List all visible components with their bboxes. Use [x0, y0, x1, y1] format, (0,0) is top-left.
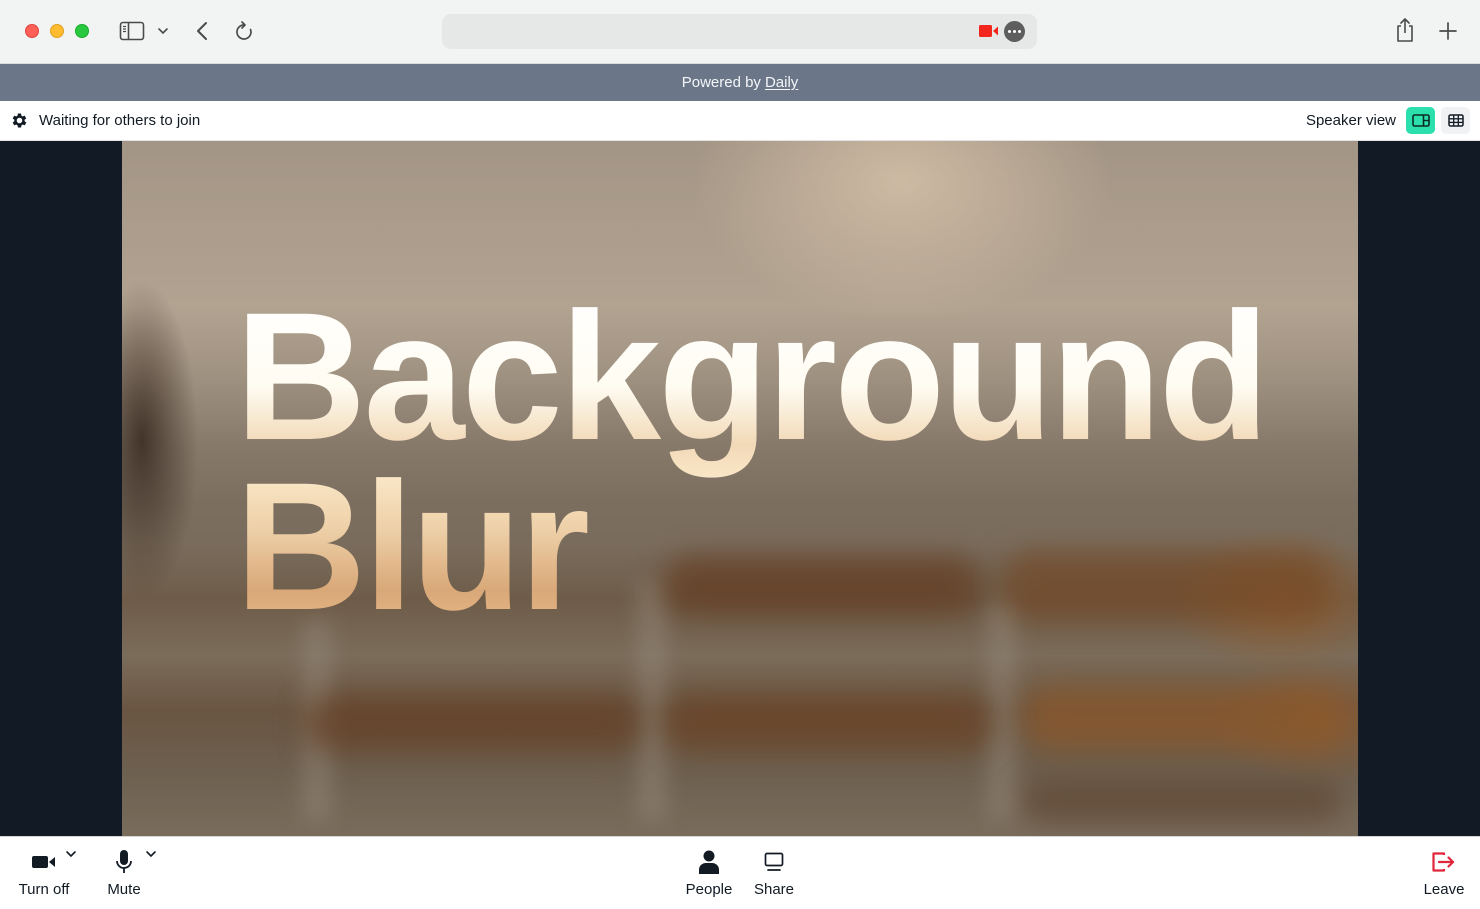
reload-button[interactable] [233, 18, 255, 44]
overlay-line-1: Background [235, 274, 1267, 478]
share-icon [1397, 18, 1413, 42]
address-bar[interactable] [442, 14, 1037, 49]
tab-group-menu-button[interactable] [155, 22, 171, 40]
camera-options-chevron-icon[interactable] [65, 849, 77, 859]
speaker-view-icon [1411, 114, 1430, 127]
leave-label: Leave [1423, 881, 1465, 898]
blurred-background [1022, 686, 1342, 751]
chevron-down-icon [158, 28, 168, 35]
mic-toggle-label: Mute [107, 881, 141, 898]
sidebar-toggle-button[interactable] [118, 20, 146, 42]
microphone-icon [116, 850, 132, 873]
video-stage: Background Blur [0, 141, 1480, 836]
blurred-background [662, 696, 992, 751]
gear-icon[interactable] [10, 111, 29, 130]
mic-options-chevron-icon[interactable] [145, 849, 157, 859]
new-tab-icon [1439, 22, 1457, 40]
mic-toggle-button[interactable]: Mute [98, 847, 150, 905]
reload-icon [236, 21, 252, 40]
share-label: Share [753, 881, 795, 898]
camera-in-use-icon[interactable] [979, 24, 999, 38]
waiting-status: Waiting for others to join [39, 112, 201, 129]
camera-toggle-label: Turn off [18, 881, 70, 898]
minimize-window-button[interactable] [50, 24, 64, 38]
screen-share-icon [764, 852, 784, 871]
video-overlay-title: Background Blur [235, 291, 1267, 631]
daily-link[interactable]: Daily [765, 74, 798, 91]
overlay-line-2: Blur [235, 444, 587, 648]
sidebar-icon [119, 21, 145, 41]
speaker-view-button[interactable] [1406, 107, 1435, 134]
share-page-button[interactable] [1393, 16, 1417, 44]
share-screen-button[interactable]: Share [748, 847, 800, 905]
people-label: People [685, 881, 733, 898]
blurred-background [987, 601, 1017, 821]
browser-toolbar [0, 0, 1480, 64]
video-camera-icon [32, 856, 55, 868]
back-icon [197, 22, 207, 40]
powered-by-text: Powered by [681, 74, 761, 91]
back-button[interactable] [192, 18, 212, 44]
powered-by-banner: Powered by Daily [0, 64, 1480, 101]
blurred-background [1022, 781, 1342, 821]
grid-view-icon [1447, 114, 1464, 127]
person-icon [699, 850, 719, 874]
leave-icon [1432, 852, 1455, 872]
zoom-window-button[interactable] [75, 24, 89, 38]
call-header: Waiting for others to join Speaker view [0, 101, 1480, 141]
new-tab-button[interactable] [1436, 18, 1460, 44]
more-options-icon[interactable] [1004, 21, 1025, 42]
leave-call-button[interactable]: Leave [1417, 847, 1471, 905]
view-mode-label: Speaker view [1305, 112, 1396, 129]
people-button[interactable]: People [681, 847, 737, 905]
grid-view-button[interactable] [1441, 107, 1470, 134]
close-window-button[interactable] [25, 24, 39, 38]
call-controls-tray: Turn off Mute People Share Leave [0, 836, 1480, 909]
local-video-tile: Background Blur [122, 141, 1358, 836]
blurred-background [302, 696, 642, 751]
